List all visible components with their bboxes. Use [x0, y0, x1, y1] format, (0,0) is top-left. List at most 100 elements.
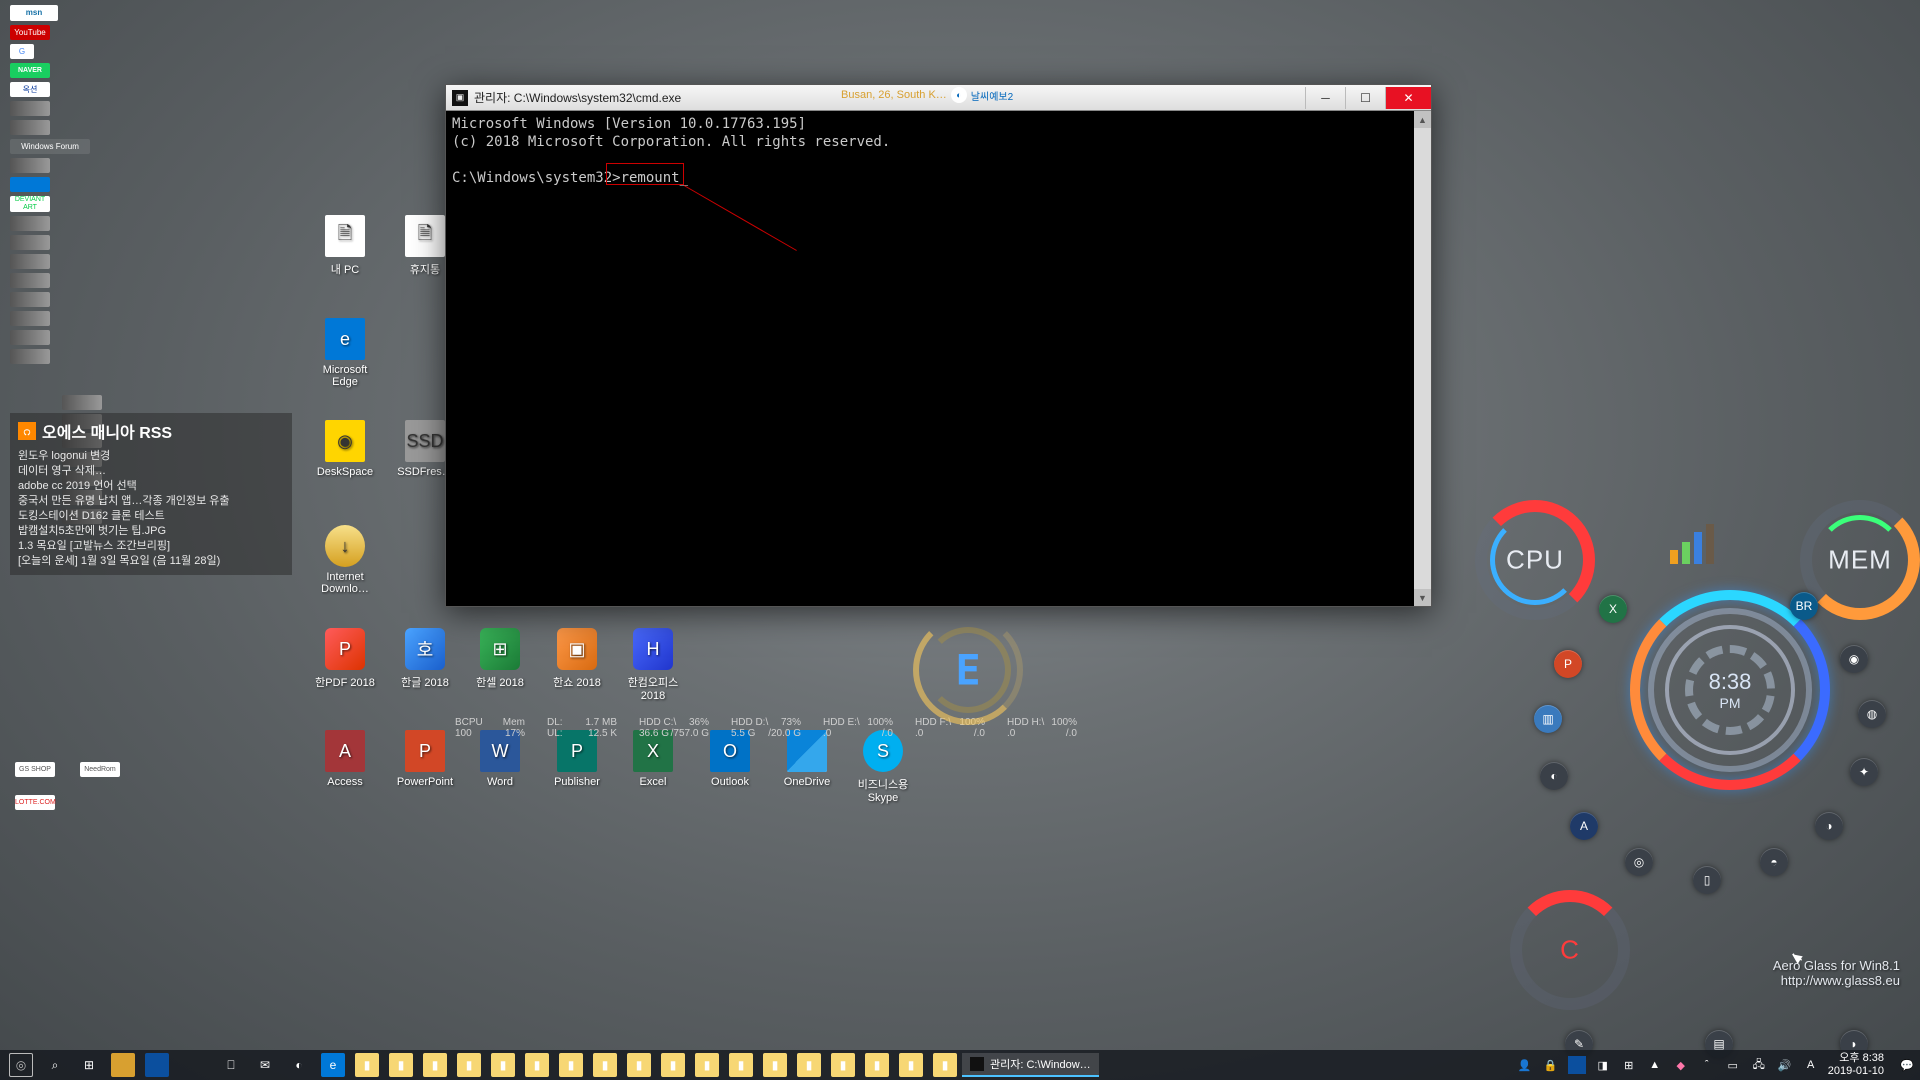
- tray-notifications-icon[interactable]: 💬: [1898, 1056, 1916, 1074]
- desktop-hansho[interactable]: ▣한쇼 2018: [542, 628, 612, 690]
- taskbar-app-cmd[interactable]: 관리자: C:\Window…: [962, 1053, 1099, 1077]
- mini-app-7[interactable]: ✦: [1850, 758, 1878, 786]
- rss-item[interactable]: 밥캠설치5초만에 벗기는 팁.JPG: [18, 524, 284, 539]
- taskbar-pin-2[interactable]: [145, 1053, 169, 1077]
- bookmark-other-11[interactable]: [10, 330, 50, 345]
- cmd-body[interactable]: Microsoft Windows [Version 10.0.17763.19…: [446, 111, 1431, 191]
- bookmark-deviantart[interactable]: DEVIANT ART: [10, 196, 50, 212]
- mini-folders-icon[interactable]: ▥: [1534, 705, 1562, 733]
- taskbar-folder-4-icon[interactable]: ▮: [491, 1053, 515, 1077]
- mini-app-3[interactable]: ◎: [1625, 848, 1653, 876]
- mini-app-8[interactable]: ◍: [1858, 700, 1886, 728]
- tray-battery-icon[interactable]: ▭: [1724, 1056, 1742, 1074]
- tray-lock-icon[interactable]: 🔒: [1542, 1056, 1560, 1074]
- tray-app-2[interactable]: ◨: [1594, 1056, 1612, 1074]
- mini-app-2[interactable]: A: [1570, 812, 1598, 840]
- rss-item[interactable]: 도킹스테이션 D162 클론 테스트: [18, 509, 284, 524]
- rss-item[interactable]: adobe cc 2019 언어 선택: [18, 479, 284, 494]
- bookmark-needrom[interactable]: NeedRom: [80, 762, 120, 777]
- bookmark-other-2[interactable]: [10, 120, 50, 135]
- cmd-scrollbar[interactable]: ▲ ▼: [1414, 111, 1431, 606]
- desktop-hansel[interactable]: ⊞한셀 2018: [465, 628, 535, 690]
- rss-item[interactable]: 1.3 목요일 [고발뉴스 조간브리핑]: [18, 539, 284, 554]
- taskbar-clock[interactable]: 오후 8:38 2019-01-10: [1828, 1052, 1890, 1078]
- bookmark-youtube[interactable]: YouTube: [10, 25, 50, 40]
- mini-app-5[interactable]: ◓: [1760, 848, 1788, 876]
- taskbar-folder-9-icon[interactable]: ▮: [661, 1053, 685, 1077]
- cmd-titlebar[interactable]: ▣ 관리자: C:\Windows\system32\cmd.exe Busan…: [446, 85, 1431, 111]
- rss-item[interactable]: 중국서 만든 유명 납치 앱…각종 개인정보 유출: [18, 494, 284, 509]
- maximize-button[interactable]: ☐: [1345, 87, 1385, 109]
- taskbar-folder-7-icon[interactable]: ▮: [593, 1053, 617, 1077]
- desktop-access[interactable]: AAccess: [310, 730, 380, 788]
- taskbar-folder-15-icon[interactable]: ▮: [865, 1053, 889, 1077]
- taskbar-folder-10-icon[interactable]: ▮: [695, 1053, 719, 1077]
- bookmark-other-9[interactable]: [10, 292, 50, 307]
- bookmark-pair-1[interactable]: [62, 395, 102, 410]
- rss-item[interactable]: 윈도우 logonui 변경: [18, 449, 284, 464]
- search-icon[interactable]: ⌕: [43, 1053, 67, 1077]
- mini-app-9[interactable]: ◉: [1840, 645, 1868, 673]
- taskbar-folder-13-icon[interactable]: ▮: [797, 1053, 821, 1077]
- tray-app-3[interactable]: ⊞: [1620, 1056, 1638, 1074]
- mini-app-6[interactable]: ◑: [1815, 812, 1843, 840]
- mini-ppt-icon[interactable]: P: [1554, 650, 1582, 678]
- bookmark-other-12[interactable]: [10, 349, 50, 364]
- mini-app-1[interactable]: ◐: [1540, 762, 1568, 790]
- scroll-up-icon[interactable]: ▲: [1414, 111, 1431, 128]
- taskbar-folder-16-icon[interactable]: ▮: [899, 1053, 923, 1077]
- start-button[interactable]: ◎: [9, 1053, 33, 1077]
- desktop-idm[interactable]: ↓Internet Downlo…: [310, 525, 380, 595]
- close-button[interactable]: ✕: [1385, 87, 1431, 109]
- desktop-hangul[interactable]: 호한글 2018: [390, 628, 460, 690]
- taskbar-explorer-icon[interactable]: ▮: [355, 1053, 379, 1077]
- bookmark-naver[interactable]: NAVER: [10, 63, 50, 78]
- scroll-down-icon[interactable]: ▼: [1414, 589, 1431, 606]
- taskbar-folder-5-icon[interactable]: ▮: [525, 1053, 549, 1077]
- taskbar-folder-icon[interactable]: ▮: [389, 1053, 413, 1077]
- bookmark-other-10[interactable]: [10, 311, 50, 326]
- task-view-icon[interactable]: ⊞: [77, 1053, 101, 1077]
- tray-network-icon[interactable]: 🖧: [1750, 1056, 1768, 1074]
- taskbar-ie-icon[interactable]: ◐: [287, 1053, 311, 1077]
- taskbar-folder-11-icon[interactable]: ▮: [729, 1053, 753, 1077]
- tray-volume-icon[interactable]: 🔊: [1776, 1056, 1794, 1074]
- bookmark-other-5[interactable]: [10, 216, 50, 231]
- bookmark-other-6[interactable]: [10, 235, 50, 250]
- taskbar-folder-17-icon[interactable]: ▮: [933, 1053, 957, 1077]
- desktop-powerpoint[interactable]: PPowerPoint: [390, 730, 460, 788]
- bookmark-google[interactable]: G: [10, 44, 34, 59]
- desktop-skype[interactable]: S비즈니스용 Skype: [848, 730, 918, 804]
- desktop-deskspace[interactable]: ◉DeskSpace: [310, 420, 380, 478]
- bookmark-auction[interactable]: 옥션: [10, 82, 50, 97]
- taskbar-folder-6-icon[interactable]: ▮: [559, 1053, 583, 1077]
- bookmark-other-8[interactable]: [10, 273, 50, 288]
- taskbar-folder-8-icon[interactable]: ▮: [627, 1053, 651, 1077]
- taskbar-folder-2-icon[interactable]: ▮: [423, 1053, 447, 1077]
- tray-chevron-up-icon[interactable]: ˆ: [1698, 1056, 1716, 1074]
- taskbar-folder-14-icon[interactable]: ▮: [831, 1053, 855, 1077]
- bookmark-msn[interactable]: msn: [10, 5, 58, 21]
- tray-ime[interactable]: A: [1802, 1056, 1820, 1074]
- mini-excel-icon[interactable]: X: [1599, 595, 1627, 623]
- bookmark-lotte[interactable]: LOTTE.COM: [15, 795, 55, 810]
- mini-app-4[interactable]: ▯: [1693, 866, 1721, 894]
- tray-app-4[interactable]: ▲: [1646, 1056, 1664, 1074]
- desktop-hanoffice[interactable]: H한컴오피스 2018: [618, 628, 688, 702]
- taskbar-mail-icon[interactable]: ✉: [253, 1053, 277, 1077]
- tray-app-1[interactable]: [1568, 1056, 1586, 1074]
- taskbar-store-icon[interactable]: ⎕: [219, 1053, 243, 1077]
- taskbar-edge-icon[interactable]: e: [321, 1053, 345, 1077]
- bookmark-windows-forum[interactable]: Windows Forum: [10, 139, 90, 154]
- desktop-hanpdf[interactable]: P한PDF 2018: [310, 628, 380, 690]
- desktop-edge[interactable]: eMicrosoft Edge: [310, 318, 380, 388]
- rss-item[interactable]: 데이터 영구 삭제…: [18, 464, 284, 479]
- tray-app-5[interactable]: ◆: [1672, 1056, 1690, 1074]
- mini-app-10[interactable]: BR: [1790, 592, 1818, 620]
- bookmark-other-4[interactable]: [10, 177, 50, 192]
- rss-item[interactable]: [오늘의 운세] 1월 3일 목요일 (음 11월 28일): [18, 554, 284, 569]
- taskbar-folder-3-icon[interactable]: ▮: [457, 1053, 481, 1077]
- center-e-widget[interactable]: E: [913, 615, 1023, 725]
- bookmark-other-7[interactable]: [10, 254, 50, 269]
- minimize-button[interactable]: ─: [1305, 87, 1345, 109]
